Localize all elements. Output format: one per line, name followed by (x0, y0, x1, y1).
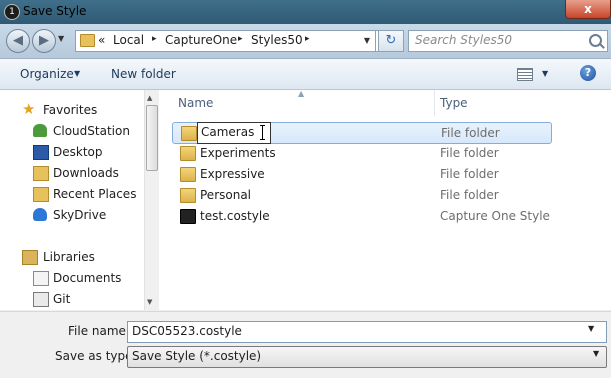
nav-item-desktop[interactable]: Desktop (0, 142, 145, 162)
app-icon: 1 (4, 4, 20, 20)
new-folder-button[interactable]: New folder (111, 67, 176, 81)
nav-item-documents[interactable]: Documents (0, 268, 145, 288)
save-as-type-select[interactable]: Save Style (*.costyle) ▼ (127, 346, 607, 368)
close-button[interactable]: x (565, 0, 611, 19)
list-item[interactable]: test.costyle Capture One Style (172, 206, 550, 226)
nav-favorites[interactable]: ★ Favorites (0, 100, 145, 120)
address-dropdown-icon[interactable]: ▼ (359, 30, 376, 52)
column-header-type[interactable]: Type (440, 96, 468, 110)
folder-icon (180, 188, 196, 203)
downloads-icon (33, 166, 49, 181)
breadcrumb-local[interactable]: Local (113, 33, 144, 47)
nav-item-downloads[interactable]: Downloads (0, 163, 145, 183)
window-title: Save Style (23, 4, 87, 18)
desktop-icon (33, 145, 49, 160)
breadcrumb-styles50[interactable]: Styles50 (251, 33, 303, 47)
breadcrumb-captureone[interactable]: CaptureOne (165, 33, 237, 47)
git-icon (33, 292, 49, 307)
chevron-down-icon[interactable]: ▼ (542, 69, 548, 78)
chevron-down-icon[interactable]: ▼ (74, 69, 80, 78)
text-cursor-icon (260, 125, 265, 140)
organize-button[interactable]: Organize (20, 67, 74, 81)
refresh-icon[interactable]: ↻ (378, 30, 404, 52)
scroll-up-icon[interactable]: ▲ (147, 94, 152, 102)
nav-libraries[interactable]: Libraries (0, 247, 145, 267)
nav-item-recent-places[interactable]: Recent Places (0, 184, 145, 204)
nav-item-git[interactable]: Git (0, 289, 145, 309)
breadcrumb-separator[interactable]: ▸ (238, 34, 243, 44)
file-name-value[interactable]: DSC05523.costyle (132, 324, 242, 338)
column-divider[interactable] (434, 90, 435, 116)
star-icon: ★ (22, 100, 36, 118)
sort-ascending-icon: ▲ (298, 89, 305, 98)
command-bar: Organize ▼ New folder ▼ (0, 59, 611, 90)
scroll-down-icon[interactable]: ▼ (147, 298, 152, 306)
forward-button[interactable]: ▶ (32, 29, 56, 53)
list-item[interactable]: Expressive File folder (172, 164, 550, 184)
folder-icon (180, 146, 196, 161)
folder-icon (180, 167, 196, 182)
column-header-name[interactable]: Name (178, 96, 213, 110)
skydrive-icon (33, 208, 47, 221)
search-icon[interactable] (589, 34, 602, 47)
title-bar: 1 Save Style (0, 0, 611, 24)
help-icon[interactable]: ? (580, 65, 596, 81)
back-button[interactable]: ◀ (6, 29, 30, 53)
save-as-type-value[interactable]: Save Style (*.costyle) (132, 349, 261, 363)
list-item[interactable]: Personal File folder (172, 185, 550, 205)
libraries-icon (22, 250, 38, 265)
folder-icon (80, 34, 95, 47)
cloudstation-icon (33, 124, 47, 137)
chevron-down-icon[interactable]: ▼ (588, 324, 594, 333)
save-as-type-label: Save as type: (55, 349, 137, 363)
folder-icon (181, 126, 197, 141)
breadcrumb-separator[interactable]: ▸ (305, 34, 310, 44)
breadcrumb-overflow[interactable]: « (98, 33, 105, 47)
nav-item-skydrive[interactable]: SkyDrive (0, 205, 145, 225)
documents-icon (33, 271, 49, 286)
view-options-icon[interactable] (517, 68, 533, 81)
file-name-label: File name: (68, 324, 130, 338)
search-input[interactable]: Search Styles50 (415, 33, 512, 47)
recent-locations-chevron-down-icon[interactable]: ▼ (58, 34, 66, 43)
search-box[interactable]: Search Styles50 (408, 30, 608, 52)
style-file-icon (180, 209, 196, 224)
list-item[interactable]: Experiments File folder (172, 143, 550, 163)
breadcrumb[interactable]: « Local ▸ CaptureOne ▸ Styles50 ▸ (75, 30, 402, 52)
nav-item-cloudstation[interactable]: CloudStation (0, 121, 145, 141)
chevron-down-icon[interactable]: ▼ (593, 349, 599, 358)
file-name-field[interactable]: DSC05523.costyle ▼ (127, 321, 607, 343)
recent-places-icon (33, 187, 49, 202)
breadcrumb-separator[interactable]: ▸ (152, 34, 157, 44)
nav-scrollbar-thumb[interactable] (146, 105, 158, 171)
